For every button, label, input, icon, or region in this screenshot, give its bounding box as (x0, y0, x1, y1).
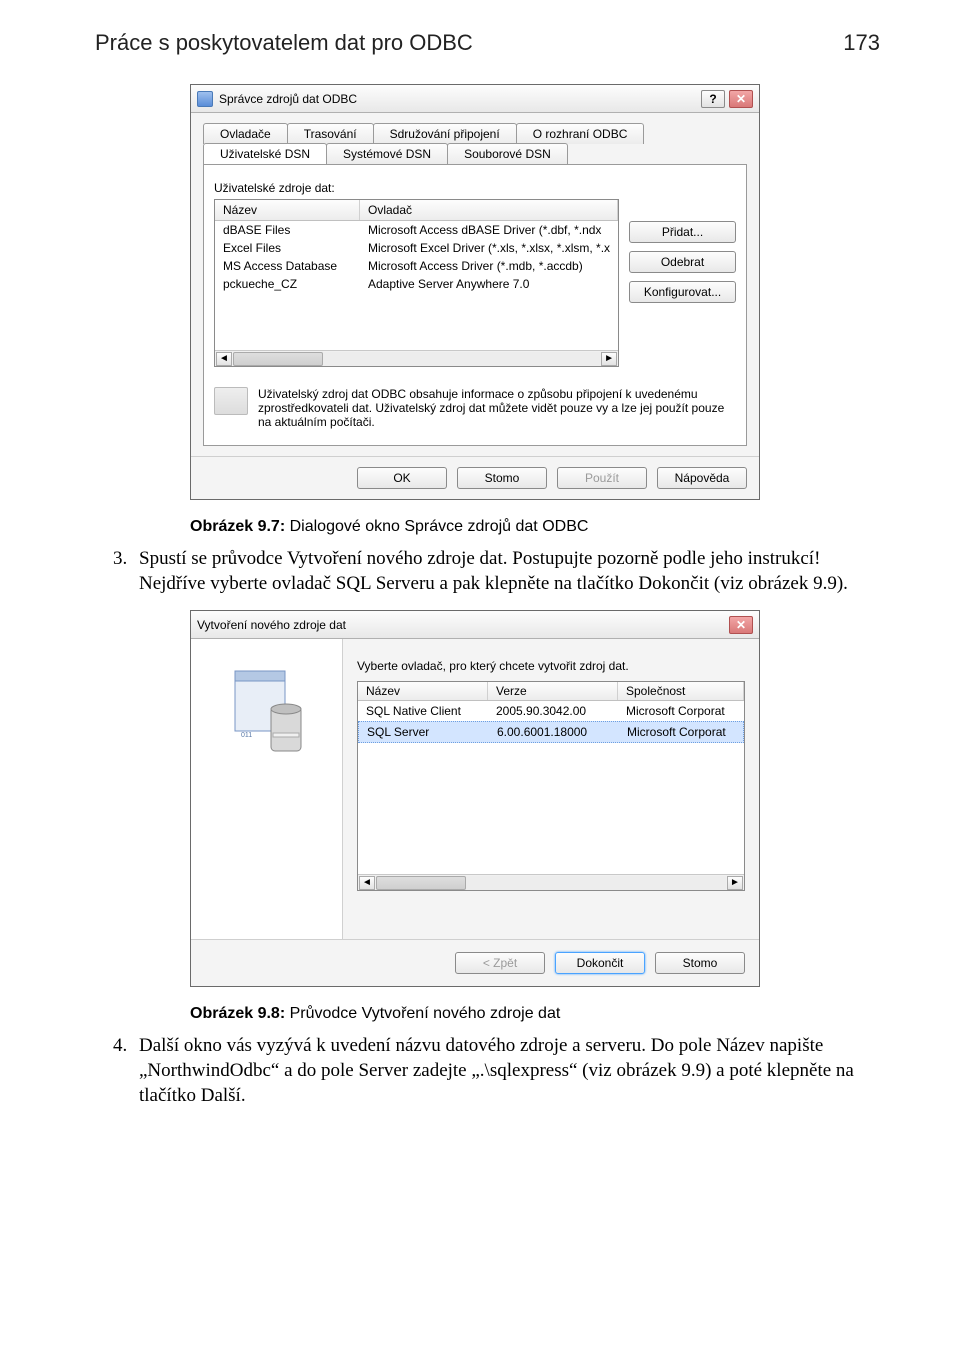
tab-user-dsn[interactable]: Uživatelské DSN (203, 143, 327, 164)
datasource-list-label: Uživatelské zdroje dat: (214, 181, 736, 195)
help-button[interactable]: ? (701, 90, 725, 108)
horizontal-scrollbar[interactable]: ◄ ► (215, 350, 618, 366)
tab-panel: Uživatelské zdroje dat: Název Ovladač dB… (203, 164, 747, 446)
driver-listbox[interactable]: Název Verze Společnost SQL Native Client… (357, 681, 745, 891)
scroll-track[interactable] (233, 352, 600, 366)
close-button[interactable]: ✕ (729, 90, 753, 108)
datasource-listbox[interactable]: Název Ovladač dBASE Files Microsoft Acce… (214, 199, 619, 367)
finish-button[interactable]: Dokončit (555, 952, 645, 974)
wizard-prompt: Vyberte ovladač, pro který chcete vytvoř… (357, 659, 745, 673)
svg-text:011: 011 (241, 732, 252, 739)
page-number: 173 (843, 30, 880, 56)
scroll-left-icon[interactable]: ◄ (216, 352, 232, 366)
list-item-selected[interactable]: SQL Server 6.00.6001.18000 Microsoft Cor… (358, 721, 744, 743)
titlebar[interactable]: Správce zdrojů dat ODBC ? ✕ (191, 85, 759, 113)
dialog-buttons: OK Stomo Použít Nápověda (191, 456, 759, 499)
database-server-icon: 011 (225, 663, 309, 763)
list-item[interactable]: pckueche_CZ Adaptive Server Anywhere 7.0 (215, 275, 618, 293)
caption-text: Průvodce Vytvoření nového zdroje dat (285, 1005, 560, 1022)
scroll-thumb[interactable] (233, 352, 323, 366)
info-panel: Uživatelský zdroj dat ODBC obsahuje info… (214, 377, 736, 435)
tab-pooling[interactable]: Sdružování připojení (373, 123, 517, 144)
help-dialog-button[interactable]: Nápověda (657, 467, 747, 489)
horizontal-scrollbar[interactable]: ◄ ► (358, 874, 744, 890)
col-driver[interactable]: Ovladač (360, 200, 618, 220)
list-header: Název Verze Společnost (358, 682, 744, 701)
tab-about[interactable]: O rozhraní ODBC (516, 123, 645, 144)
titlebar[interactable]: Vytvoření nového zdroje dat ✕ (191, 611, 759, 639)
paragraph-step-3: 3.Spustí se průvodce Vytvoření nového zd… (95, 546, 880, 596)
tabs-row-1: Ovladače Trasování Sdružování připojení … (203, 123, 747, 144)
col-name[interactable]: Název (215, 200, 360, 220)
scroll-left-icon[interactable]: ◄ (359, 876, 375, 890)
caption-label: Obrázek 9.7: (190, 518, 285, 535)
paragraph-text: Spustí se průvodce Vytvoření nového zdro… (139, 548, 848, 594)
page-title: Práce s poskytovatelem dat pro ODBC (95, 30, 473, 56)
add-button[interactable]: Přidat... (629, 221, 736, 243)
scroll-right-icon[interactable]: ► (601, 352, 617, 366)
cancel-button[interactable]: Stomo (457, 467, 547, 489)
info-icon (214, 387, 248, 415)
close-button[interactable]: ✕ (729, 616, 753, 634)
col-version[interactable]: Verze (488, 682, 618, 700)
page-header: Práce s poskytovatelem dat pro ODBC 173 (95, 30, 880, 56)
wizard-illustration: 011 (191, 639, 343, 939)
dialog-buttons: < Zpět Dokončit Stomo (191, 939, 759, 986)
ok-button[interactable]: OK (357, 467, 447, 489)
list-item[interactable]: MS Access Database Microsoft Access Driv… (215, 257, 618, 275)
col-company[interactable]: Společnost (618, 682, 744, 700)
back-button: < Zpět (455, 952, 545, 974)
info-text: Uživatelský zdroj dat ODBC obsahuje info… (258, 387, 736, 429)
scroll-track[interactable] (376, 876, 726, 890)
configure-button[interactable]: Konfigurovat... (629, 281, 736, 303)
paragraph-text: Další okno vás vyzývá k uvedení názvu da… (139, 1035, 854, 1106)
apply-button: Použít (557, 467, 647, 489)
paragraph-step-4: 4.Další okno vás vyzývá k uvedení názvu … (95, 1033, 880, 1108)
odbc-admin-dialog: Správce zdrojů dat ODBC ? ✕ Ovladače Tra… (190, 84, 760, 500)
col-name[interactable]: Název (358, 682, 488, 700)
tab-drivers[interactable]: Ovladače (203, 123, 288, 144)
caption-label: Obrázek 9.8: (190, 1005, 285, 1022)
tab-tracing[interactable]: Trasování (287, 123, 374, 144)
tabs-row-2: Uživatelské DSN Systémové DSN Souborové … (203, 143, 747, 164)
window-title: Správce zdrojů dat ODBC (219, 92, 697, 106)
tab-file-dsn[interactable]: Souborové DSN (447, 143, 568, 164)
scroll-thumb[interactable] (376, 876, 466, 890)
list-header: Název Ovladač (215, 200, 618, 221)
list-item[interactable]: Excel Files Microsoft Excel Driver (*.xl… (215, 239, 618, 257)
caption-text: Dialogové okno Správce zdrojů dat ODBC (285, 518, 588, 535)
list-item[interactable]: SQL Native Client 2005.90.3042.00 Micros… (358, 701, 744, 721)
tab-system-dsn[interactable]: Systémové DSN (326, 143, 448, 164)
figure-caption-2: Obrázek 9.8: Průvodce Vytvoření nového z… (190, 1005, 880, 1023)
list-item[interactable]: dBASE Files Microsoft Access dBASE Drive… (215, 221, 618, 239)
cancel-button[interactable]: Stomo (655, 952, 745, 974)
new-datasource-wizard: Vytvoření nového zdroje dat ✕ 011 Vybert… (190, 610, 760, 987)
app-icon (197, 91, 213, 107)
list-marker: 4. (113, 1033, 139, 1058)
remove-button[interactable]: Odebrat (629, 251, 736, 273)
list-marker: 3. (113, 546, 139, 571)
figure-caption-1: Obrázek 9.7: Dialogové okno Správce zdro… (190, 518, 880, 536)
window-title: Vytvoření nového zdroje dat (197, 618, 725, 632)
scroll-right-icon[interactable]: ► (727, 876, 743, 890)
